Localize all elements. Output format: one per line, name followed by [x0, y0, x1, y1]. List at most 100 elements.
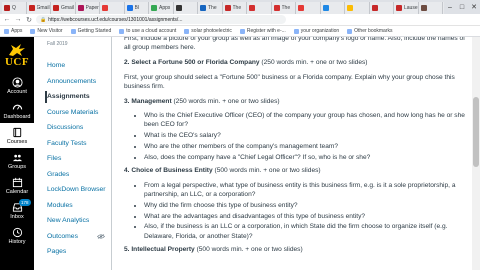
browser-tab[interactable]: Q	[2, 2, 27, 14]
course-nav-label: New Analytics	[47, 217, 90, 225]
browser-tab[interactable]	[369, 2, 394, 14]
global-nav-groups[interactable]: Groups	[0, 148, 34, 173]
bookmark-icon	[4, 28, 9, 34]
favicon-icon	[28, 5, 35, 11]
course-nav-item[interactable]: Discussions	[34, 120, 111, 136]
ucf-logo[interactable]: UCF	[0, 37, 34, 73]
maximize-icon[interactable]: □	[456, 0, 468, 14]
reload-icon[interactable]: ↻	[25, 16, 33, 24]
global-nav-label: Dashboard	[3, 113, 31, 120]
browser-tab[interactable]: The	[198, 2, 223, 14]
favicon-icon	[53, 5, 59, 11]
global-nav-account[interactable]: Account	[0, 73, 34, 98]
list-item: Also, does the company have a "Chief Leg…	[144, 153, 470, 162]
course-nav-item[interactable]: Course Materials	[34, 105, 111, 121]
list-item: Why did the firm choose this type of bus…	[144, 201, 470, 210]
course-nav-item[interactable]: Outcomes	[34, 229, 111, 245]
browser-tab[interactable]: The	[222, 2, 247, 14]
bookmark-label: Apps	[11, 28, 23, 34]
favicon-icon	[224, 5, 231, 11]
global-nav-inbox[interactable]: Inbox 178	[0, 198, 34, 223]
list-item: Who are the other members of the company…	[144, 142, 470, 151]
global-nav-label: Courses	[6, 138, 28, 145]
browser-tab[interactable]	[345, 2, 370, 14]
browser-tab[interactable]: Apps	[149, 2, 174, 14]
favicon-icon	[4, 5, 10, 11]
course-nav-item[interactable]: New Analytics	[34, 213, 111, 229]
url-text: https://webcourses.ucf.edu/courses/13010…	[48, 16, 183, 23]
tab-title: The	[232, 5, 242, 11]
browser-tab[interactable]: The	[271, 2, 296, 14]
browser-tab[interactable]	[247, 2, 272, 14]
hidden-eye-icon	[97, 233, 105, 239]
course-nav-item[interactable]: Grades	[34, 167, 111, 183]
course-nav-label: Modules	[47, 201, 73, 209]
global-nav-dashboard[interactable]: Dashboard	[0, 98, 34, 123]
bookmark-label: to use a cloud account	[126, 28, 177, 34]
course-nav-label: Assignments	[47, 93, 90, 101]
browser-tab[interactable]	[296, 2, 321, 14]
course-nav-item[interactable]: Files	[34, 151, 111, 167]
course-nav-label: Outcomes	[47, 232, 78, 240]
browser-tab[interactable]	[320, 2, 345, 14]
course-nav-item[interactable]: Pages	[34, 244, 111, 260]
close-icon[interactable]: ✕	[468, 0, 480, 14]
minimize-icon[interactable]: –	[444, 0, 456, 14]
global-nav-label: Account	[7, 88, 27, 95]
course-nav-item[interactable]: Announcements	[34, 74, 111, 90]
global-nav-courses[interactable]: Courses	[0, 123, 34, 148]
browser-tab[interactable]: Gmail	[26, 2, 51, 14]
global-nav-history[interactable]: History	[0, 223, 34, 248]
browser-tab-strip: QGmailGmailPaperBlAppsTheTheTheLauseThe	[0, 0, 480, 14]
bookmark-item[interactable]: Other bookmarks	[347, 28, 393, 34]
section-2-heading: 2. Select a Fortune 500 or Florida Compa…	[124, 58, 368, 66]
scrollbar-thumb[interactable]	[473, 97, 479, 167]
course-nav-label: Announcements	[47, 77, 97, 85]
list-item: Also, if the business is an LLC or a cor…	[144, 222, 470, 240]
browser-tab[interactable]	[418, 2, 443, 14]
section-2-body: First, your group should select a "Fortu…	[124, 73, 455, 90]
course-nav-label: Faculty Tests	[47, 139, 87, 147]
back-icon[interactable]: ←	[3, 16, 11, 23]
bookmark-item[interactable]: Apps	[4, 28, 22, 34]
section-4-list: From a legal perspective, what type of b…	[136, 181, 470, 241]
bookmark-item[interactable]: Register with e-...	[239, 28, 286, 34]
global-nav-calendar[interactable]: Calendar	[0, 173, 34, 198]
bookmark-item[interactable]: solar photoelectric	[184, 28, 232, 34]
tab-title: Gmail	[36, 5, 50, 11]
browser-tab[interactable]	[100, 2, 125, 14]
browser-tab[interactable]: Paper	[75, 2, 100, 14]
course-nav-item[interactable]: Assignments	[34, 89, 111, 105]
course-nav-label: Pages	[47, 248, 67, 256]
course-navigation: Fall 2019 Home Announcements Assignments Co…	[34, 37, 112, 270]
bookmark-icon	[119, 28, 125, 34]
tab-title: Lause	[404, 5, 418, 11]
bookmark-item[interactable]: Getting Started	[70, 28, 111, 34]
bookmark-label: New Visitor	[37, 28, 63, 34]
tab-title: The	[208, 5, 217, 11]
favicon-icon	[420, 5, 427, 11]
course-nav-item[interactable]: Home	[34, 58, 111, 74]
course-nav-label: Course Materials	[47, 108, 99, 116]
course-nav-item[interactable]: Faculty Tests	[34, 136, 111, 152]
url-field[interactable]: 🔒 https://webcourses.ucf.edu/courses/130…	[36, 15, 286, 24]
course-nav-item[interactable]: Modules	[34, 198, 111, 214]
bookmark-label: Register with e-...	[246, 28, 286, 34]
groups-icon	[12, 154, 22, 161]
favicon-icon	[175, 5, 182, 11]
bookmark-item[interactable]: your organization	[293, 28, 339, 34]
browser-tab[interactable]: Lause	[394, 2, 419, 14]
forward-icon[interactable]: →	[14, 16, 22, 23]
bookmark-item[interactable]: to use a cloud account	[119, 28, 176, 34]
course-nav-label: Discussions	[47, 124, 84, 132]
page-scrollbar[interactable]	[472, 37, 480, 270]
unread-badge: 178	[19, 199, 31, 206]
browser-tab[interactable]: Gmail	[51, 2, 76, 14]
browser-tab[interactable]: Bl	[124, 2, 149, 14]
browser-tab[interactable]	[173, 2, 198, 14]
course-nav-item[interactable]: LockDown Browser	[34, 182, 111, 198]
bookmark-item[interactable]: New Visitor	[30, 28, 63, 34]
bookmark-icon	[347, 28, 353, 34]
section-4-heading: 4. Choice of Business Entity (500 words …	[124, 167, 321, 175]
tab-title: Q	[12, 5, 16, 11]
